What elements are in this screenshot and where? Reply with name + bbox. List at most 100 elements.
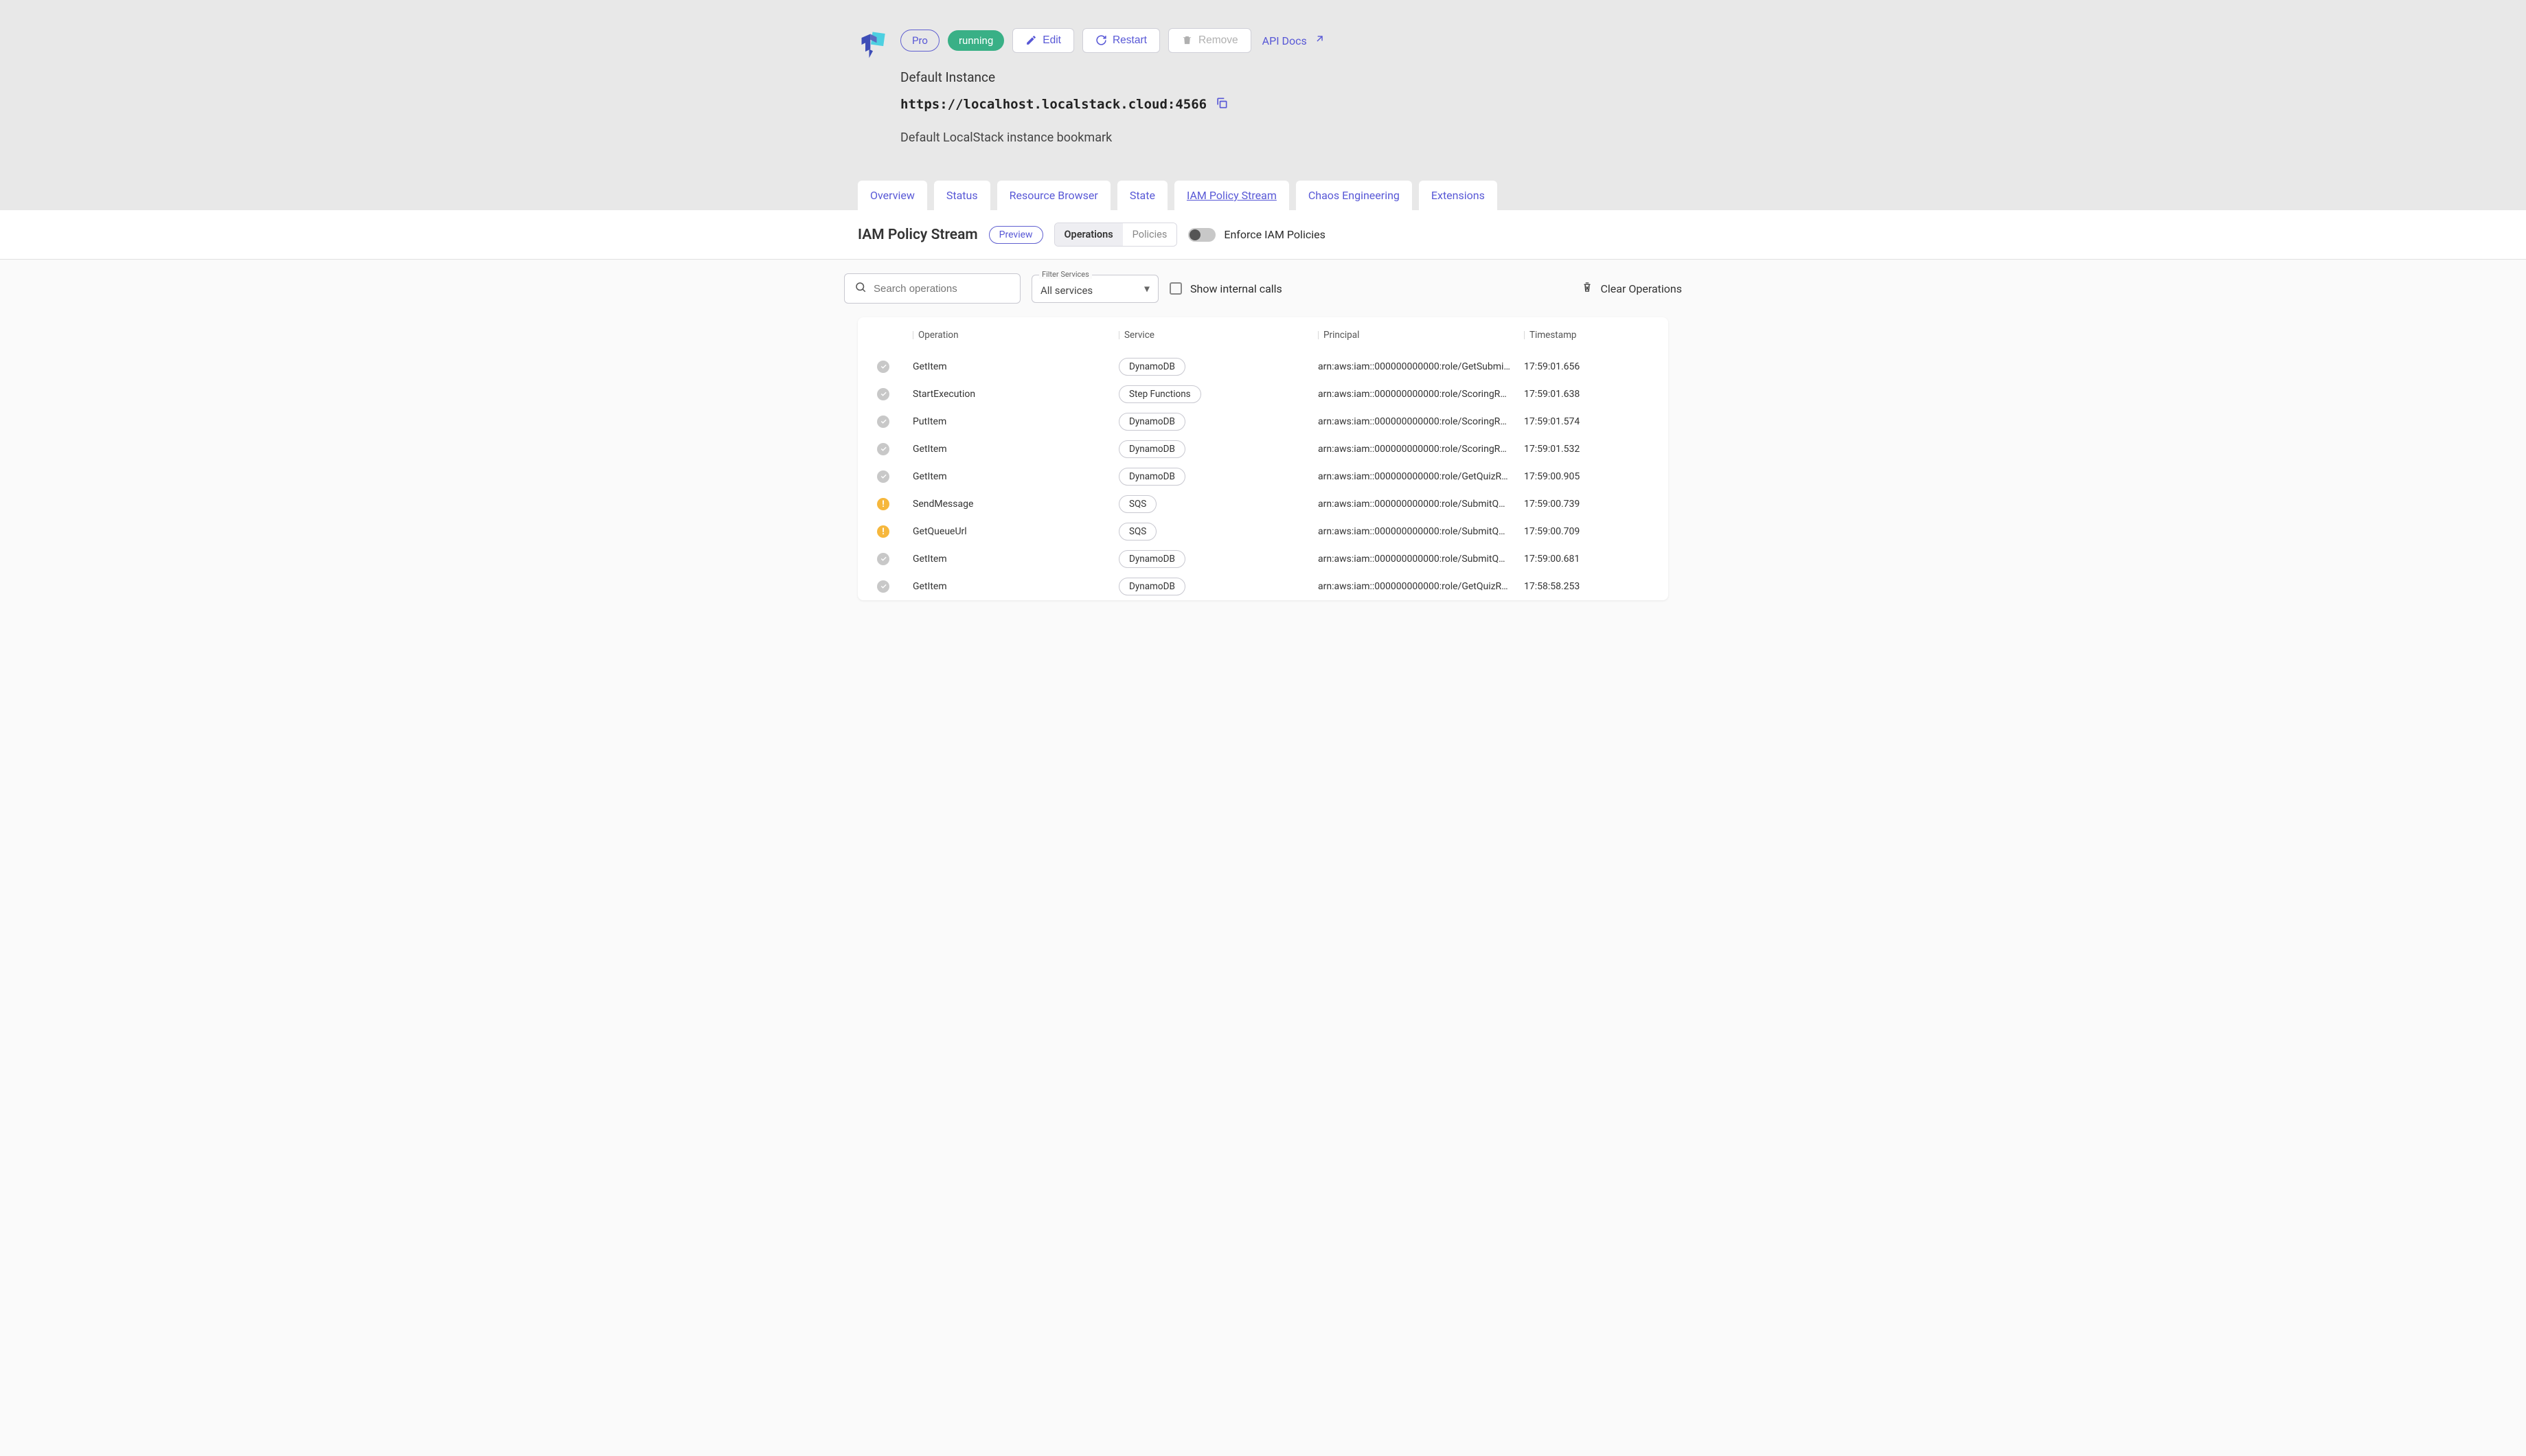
cell-operation: GetQueueUrl — [913, 526, 1119, 537]
restart-button[interactable]: Restart — [1082, 28, 1160, 53]
service-chip: SQS — [1119, 495, 1157, 513]
col-operation: Operation — [913, 330, 1119, 341]
check-icon — [877, 470, 889, 483]
localstack-logo — [858, 30, 888, 60]
copy-icon[interactable] — [1215, 96, 1229, 113]
check-icon — [877, 361, 889, 373]
cell-timestamp: 17:59:00.709 — [1524, 526, 1641, 537]
cell-operation: GetItem — [913, 471, 1119, 482]
cell-principal: arn:aws:iam::000000000000:role/SubmitQui… — [1318, 499, 1510, 510]
restart-icon — [1095, 34, 1107, 46]
cell-operation: GetItem — [913, 554, 1119, 565]
search-icon — [854, 281, 867, 296]
cell-principal: arn:aws:iam::000000000000:role/ScoringRo… — [1318, 389, 1510, 400]
tab-extensions[interactable]: Extensions — [1419, 181, 1497, 210]
check-icon — [877, 580, 889, 593]
cell-operation: GetItem — [913, 361, 1119, 372]
tab-overview[interactable]: Overview — [858, 181, 927, 210]
instance-url: https://localhost.localstack.cloud:4566 — [900, 97, 1207, 112]
pro-badge: Pro — [900, 30, 940, 52]
check-icon — [877, 443, 889, 455]
enforce-iam-toggle[interactable] — [1188, 228, 1216, 242]
cell-timestamp: 17:59:01.532 — [1524, 444, 1641, 455]
running-badge: running — [948, 30, 1004, 51]
filter-value: All services — [1040, 284, 1093, 297]
tab-chaos-engineering[interactable]: Chaos Engineering — [1296, 181, 1412, 210]
api-docs-label: API Docs — [1262, 34, 1307, 47]
trash-icon — [1181, 34, 1193, 46]
service-chip: SQS — [1119, 523, 1157, 541]
cell-principal: arn:aws:iam::000000000000:role/ScoringRo… — [1318, 444, 1510, 455]
show-internal-checkbox[interactable] — [1170, 282, 1182, 295]
remove-button: Remove — [1168, 28, 1251, 53]
nav-tabs: Overview Status Resource Browser State I… — [858, 181, 1668, 210]
tab-iam-policy-stream[interactable]: IAM Policy Stream — [1174, 181, 1289, 210]
clear-operations-button[interactable]: Clear Operations — [1581, 281, 1682, 296]
cell-principal: arn:aws:iam::000000000000:role/GetSubmis… — [1318, 361, 1510, 372]
cell-timestamp: 17:59:00.905 — [1524, 471, 1641, 482]
cell-timestamp: 17:58:58.253 — [1524, 581, 1641, 592]
chevron-down-icon: ▾ — [1144, 282, 1150, 295]
col-principal: Principal — [1318, 330, 1524, 341]
table-row[interactable]: !GetQueueUrlSQSarn:aws:iam::000000000000… — [858, 518, 1668, 545]
tab-resource-browser[interactable]: Resource Browser — [997, 181, 1111, 210]
service-chip: DynamoDB — [1119, 550, 1185, 568]
warning-icon: ! — [877, 498, 889, 510]
table-row[interactable]: GetItemDynamoDBarn:aws:iam::000000000000… — [858, 463, 1668, 490]
edit-button[interactable]: Edit — [1012, 28, 1074, 53]
service-chip: DynamoDB — [1119, 468, 1185, 486]
cell-timestamp: 17:59:00.739 — [1524, 499, 1641, 510]
check-icon — [877, 388, 889, 400]
cell-principal: arn:aws:iam::000000000000:role/SubmitQui… — [1318, 554, 1510, 565]
cell-operation: GetItem — [913, 444, 1119, 455]
api-docs-link[interactable]: API Docs — [1260, 27, 1328, 53]
filter-label: Filter Services — [1039, 270, 1092, 279]
segment-group: Operations Policies — [1054, 223, 1178, 247]
cell-timestamp: 17:59:00.681 — [1524, 554, 1641, 565]
cell-timestamp: 17:59:01.638 — [1524, 389, 1641, 400]
show-internal-label: Show internal calls — [1190, 282, 1282, 295]
clear-label: Clear Operations — [1600, 282, 1682, 295]
cell-timestamp: 17:59:01.656 — [1524, 361, 1641, 372]
search-operations-box[interactable] — [844, 273, 1021, 304]
segment-operations[interactable]: Operations — [1055, 223, 1123, 246]
edit-label: Edit — [1043, 34, 1061, 47]
tab-state[interactable]: State — [1117, 181, 1168, 210]
cell-principal: arn:aws:iam::000000000000:role/ScoringRo… — [1318, 416, 1510, 427]
clear-icon — [1581, 281, 1593, 296]
operations-table: Operation Service Principal Timestamp Ge… — [858, 317, 1668, 600]
remove-label: Remove — [1198, 34, 1238, 47]
cell-operation: PutItem — [913, 416, 1119, 427]
table-header: Operation Service Principal Timestamp — [858, 317, 1668, 353]
table-row[interactable]: ! SendMessageSQS arn:aws:iam::000000000000… — [858, 490, 1668, 518]
restart-label: Restart — [1113, 34, 1147, 47]
table-row[interactable]: StartExecutionStep Functions arn:aws:iam:… — [858, 380, 1668, 408]
service-chip: DynamoDB — [1119, 413, 1185, 431]
service-chip: DynamoDB — [1119, 440, 1185, 458]
table-row[interactable]: GetItemDynamoDB arn:aws:iam::000000000000… — [858, 545, 1668, 573]
external-link-icon — [1314, 33, 1325, 45]
search-input[interactable] — [874, 283, 1010, 295]
page-title: IAM Policy Stream — [858, 227, 978, 243]
filter-services-select[interactable]: Filter Services All services ▾ — [1032, 275, 1159, 303]
pencil-icon — [1025, 34, 1037, 46]
cell-operation: GetItem — [913, 581, 1119, 592]
cell-operation: SendMessage — [913, 499, 1119, 510]
segment-policies[interactable]: Policies — [1123, 223, 1177, 246]
page-bar: IAM Policy Stream Preview Operations Pol… — [0, 210, 2526, 260]
col-service: Service — [1119, 330, 1318, 341]
service-chip: DynamoDB — [1119, 358, 1185, 376]
table-row[interactable]: GetItemDynamoDB arn:aws:iam::000000000000… — [858, 573, 1668, 600]
table-row[interactable]: PutItemDynamoDB arn:aws:iam::000000000000… — [858, 408, 1668, 435]
table-row[interactable]: GetItemDynamoDB arn:aws:iam::000000000000… — [858, 435, 1668, 463]
tab-status[interactable]: Status — [934, 181, 990, 210]
service-chip: DynamoDB — [1119, 578, 1185, 595]
instance-description: Default LocalStack instance bookmark — [900, 130, 1668, 145]
cell-operation: StartExecution — [913, 389, 1119, 400]
check-icon — [877, 416, 889, 428]
enforce-iam-label: Enforce IAM Policies — [1224, 228, 1325, 241]
instance-name: Default Instance — [900, 69, 1668, 85]
service-chip: Step Functions — [1119, 385, 1201, 403]
table-row[interactable]: GetItemDynamoDB arn:aws:iam::000000000000… — [858, 353, 1668, 380]
cell-principal: arn:aws:iam::000000000000:role/GetQuizRo… — [1318, 581, 1510, 592]
